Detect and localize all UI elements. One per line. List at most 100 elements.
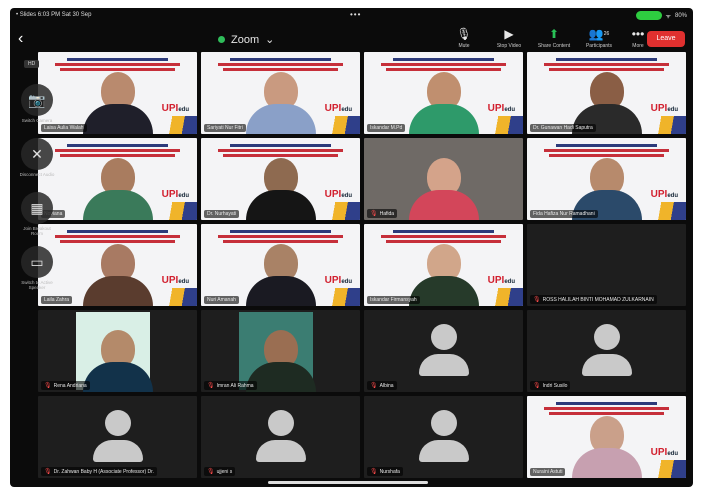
upi-logo-suffix: edu bbox=[504, 279, 515, 285]
switch-camera-label: Switch Camera bbox=[21, 118, 53, 123]
video-camera-icon: ▶ bbox=[504, 27, 514, 41]
active-speaker-label: Switch to Active Speaker bbox=[21, 280, 53, 290]
slide-stripe bbox=[473, 288, 523, 306]
upi-logo: UPIedu bbox=[162, 275, 189, 286]
participant-tile[interactable]: 🎙 Dr. Zahwan Baby H (Associate Professor)… bbox=[38, 396, 197, 478]
stop-video-label: Stop Video bbox=[496, 43, 522, 49]
participant-tile[interactable]: 🎙 Rena Andriana bbox=[38, 310, 197, 392]
mic-muted-icon: 🎙 bbox=[207, 469, 215, 475]
upi-logo-text: UPI bbox=[650, 103, 668, 114]
participant-tile[interactable]: 🎙 Albina bbox=[364, 310, 523, 392]
disconnect-audio-button[interactable]: ✕ Disconnect Audio bbox=[18, 138, 56, 177]
default-avatar-icon bbox=[414, 410, 474, 462]
mute-button[interactable]: 🎙 Mute bbox=[442, 25, 486, 49]
slide-stripe bbox=[636, 460, 686, 478]
wifi-icon: ᯤ bbox=[665, 13, 671, 20]
upi-logo-suffix: edu bbox=[341, 107, 352, 113]
participant-name: Iskandar M.Pd bbox=[370, 125, 403, 131]
chevron-down-icon: ⌄ bbox=[265, 34, 275, 46]
participant-name: Dr. Nurhayati bbox=[207, 211, 237, 217]
upi-logo: UPIedu bbox=[651, 103, 678, 114]
status-time-date: • Slides 6:03 PM Sat 30 Sep bbox=[16, 12, 92, 18]
default-avatar-icon bbox=[251, 410, 311, 462]
mic-muted-icon: 🎙 bbox=[533, 383, 541, 389]
participant-name-tag: 🎙 Indri Susilo bbox=[530, 381, 571, 390]
participant-video bbox=[245, 244, 316, 306]
home-indicator[interactable] bbox=[268, 481, 428, 484]
participant-tile[interactable]: UPIedu Iskandar M.Pd bbox=[364, 52, 523, 134]
share-content-button[interactable]: ⬆ Share Content bbox=[532, 25, 576, 49]
participant-tile[interactable]: UPIedu Dr. Nurhayati bbox=[201, 138, 360, 220]
leave-button[interactable]: Leave bbox=[647, 31, 685, 47]
upi-logo: UPIedu bbox=[651, 189, 678, 200]
mic-muted-icon: 🎙 bbox=[370, 211, 378, 217]
upi-logo-text: UPI bbox=[161, 103, 179, 114]
participant-tile[interactable]: 🎙 Indri Susilo bbox=[527, 310, 686, 392]
participant-tile[interactable]: 🎙 Hafida bbox=[364, 138, 523, 220]
participant-tile[interactable]: UPIedu Dr. Gunawan Hadi Saputra bbox=[527, 52, 686, 134]
upi-logo-suffix: edu bbox=[504, 107, 515, 113]
mic-muted-icon: 🎙 bbox=[370, 469, 378, 475]
upi-logo-text: UPI bbox=[650, 447, 668, 458]
upi-logo: UPIedu bbox=[488, 103, 515, 114]
participant-name: Albina bbox=[379, 382, 394, 389]
participant-name-tag: 🎙 Dr. Zahwan Baby H (Associate Professor)… bbox=[41, 467, 157, 476]
disconnect-audio-label: Disconnect Audio bbox=[19, 172, 55, 177]
participant-tile[interactable]: 🎙 ROSS HALILAH BINTI MOHAMAD ZULKARNAIN bbox=[527, 224, 686, 306]
participant-name: Nurshafa bbox=[379, 468, 400, 475]
back-button[interactable]: ‹ bbox=[18, 30, 23, 48]
breakout-room-button[interactable]: ▦ Join Breakout Room bbox=[18, 192, 56, 236]
mic-muted-icon: 🎙 bbox=[533, 297, 541, 303]
video-grid: UPIedu Laisa Aulia Walah UPIedu Sariyati Nu… bbox=[38, 52, 686, 480]
participant-tile[interactable]: UPIedu Iskandar Firmansyah bbox=[364, 224, 523, 306]
participant-tile[interactable]: 🎙 ujjeni s bbox=[201, 396, 360, 478]
participant-name-tag: Iskandar Firmansyah bbox=[367, 296, 420, 304]
mute-label: Mute bbox=[458, 43, 470, 49]
participant-tile[interactable]: UPIedu Sariyati Nur Fitri bbox=[201, 52, 360, 134]
participant-name-tag: 🎙 ROSS HALILAH BINTI MOHAMAD ZULKARNAIN bbox=[530, 295, 657, 304]
stop-video-button[interactable]: ▶ Stop Video bbox=[487, 25, 531, 49]
participants-count: 26 bbox=[603, 31, 610, 37]
participant-tile[interactable]: UPIedu Nuri Amanah bbox=[201, 224, 360, 306]
active-speaker-button[interactable]: ▭ Switch to Active Speaker bbox=[18, 246, 56, 290]
battery-level: 80% bbox=[674, 12, 687, 19]
participant-video bbox=[82, 244, 153, 306]
participant-tile[interactable]: 🎙 Nurshafa bbox=[364, 396, 523, 478]
participant-name: ujjeni s bbox=[216, 468, 233, 475]
participant-name-tag: 🎙 Nurshafa bbox=[367, 467, 403, 476]
participant-tile[interactable]: UPIedu Nuraini Astuti bbox=[527, 396, 686, 478]
upi-logo-suffix: edu bbox=[667, 451, 678, 457]
participant-name: Imran Ali Rahma bbox=[216, 382, 254, 389]
upi-logo-suffix: edu bbox=[178, 279, 189, 285]
participant-name-tag: Dr. Nurhayati bbox=[204, 210, 240, 218]
upi-logo: UPIedu bbox=[162, 103, 189, 114]
participant-name: Iskandar Firmansyah bbox=[370, 297, 417, 303]
participant-video bbox=[82, 72, 153, 134]
participant-video bbox=[245, 158, 316, 220]
participant-name-tag: Fida Hafiza Nur Ramadhani bbox=[530, 210, 598, 218]
slide-stripe bbox=[147, 202, 197, 220]
zoom-window: • Slides 6:03 PM Sat 30 Sep ••• ᯤ 80% ‹ … bbox=[10, 8, 693, 487]
participant-name: Nuraini Astuti bbox=[533, 469, 563, 475]
participant-tile[interactable]: UPIedu Fida Hafiza Nur Ramadhani bbox=[527, 138, 686, 220]
upi-logo-text: UPI bbox=[487, 275, 505, 286]
multitask-dots[interactable]: ••• bbox=[350, 10, 361, 19]
upi-logo: UPIedu bbox=[325, 103, 352, 114]
breakout-room-icon: ▦ bbox=[21, 192, 53, 224]
slide-stripe bbox=[636, 202, 686, 220]
upi-logo-text: UPI bbox=[487, 103, 505, 114]
side-controls: HD 📷 Switch Camera ✕ Disconnect Audio ▦ … bbox=[10, 60, 62, 320]
upi-logo-suffix: edu bbox=[341, 193, 352, 199]
slide-stripe bbox=[310, 288, 360, 306]
slide-stripe bbox=[636, 116, 686, 134]
upi-logo-suffix: edu bbox=[178, 107, 189, 113]
participants-button[interactable]: 👥 26 Participants bbox=[577, 25, 621, 49]
participant-tile[interactable]: 🎙 Imran Ali Rahma bbox=[201, 310, 360, 392]
slide-stripe bbox=[310, 202, 360, 220]
switch-camera-button[interactable]: 📷 Switch Camera bbox=[18, 84, 56, 123]
meeting-title[interactable]: Zoom ⌄ bbox=[218, 33, 274, 46]
participant-video bbox=[82, 330, 153, 392]
participant-name: Sariyati Nur Fitri bbox=[207, 125, 243, 131]
participant-video bbox=[571, 416, 642, 478]
default-avatar-icon bbox=[577, 324, 637, 376]
